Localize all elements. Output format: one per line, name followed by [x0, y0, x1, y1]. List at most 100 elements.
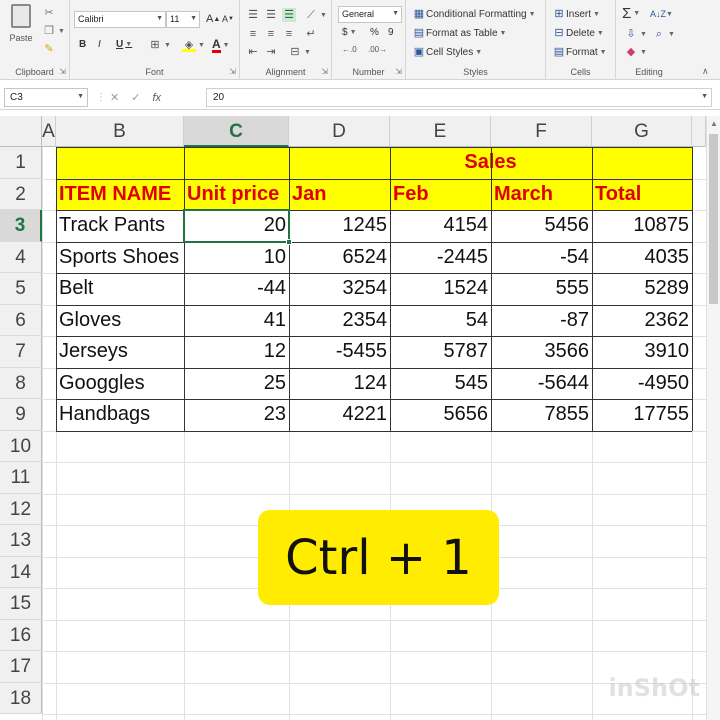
cut-button[interactable]: ✂ [42, 6, 56, 20]
align-left-button[interactable]: ≡ [246, 27, 260, 41]
table-cell[interactable]: Jerseys [56, 336, 184, 368]
bold-button[interactable]: B [79, 39, 86, 50]
table-header-cell[interactable]: Feb [390, 179, 491, 211]
row-header-11[interactable]: 11 [0, 462, 42, 494]
merge-center-button[interactable]: ⊟ ▼ [288, 45, 311, 59]
top-align-button[interactable]: ☰ [246, 8, 260, 22]
comma-style-button[interactable]: 9 [388, 27, 394, 38]
table-cell[interactable]: 124 [289, 368, 390, 400]
table-cell[interactable]: 555 [491, 273, 592, 305]
column-header-a[interactable]: A [42, 116, 56, 147]
table-cell[interactable]: 7855 [491, 399, 592, 431]
cell-styles-button[interactable]: ▣ Cell Styles ▼ [412, 45, 482, 59]
row-header-18[interactable]: 18 [0, 682, 42, 714]
underline-button[interactable]: U ▼ [116, 39, 132, 50]
table-cell[interactable]: 10 [184, 242, 289, 274]
collapse-ribbon-button[interactable]: ∧ [702, 66, 709, 77]
font-name-select[interactable]: Calibri ▼ [74, 11, 166, 28]
currency-button[interactable]: $ ▼ [342, 27, 357, 38]
table-header-cell[interactable]: March [491, 179, 592, 211]
format-painter-button[interactable]: ✎ [42, 42, 56, 56]
row-header-3[interactable]: 3 [0, 210, 42, 242]
autosum-button[interactable]: Σ ▼ [622, 5, 640, 22]
align-right-button[interactable]: ≡ [282, 27, 296, 41]
row-header-17[interactable]: 17 [0, 651, 42, 683]
decrease-decimal-button[interactable]: .00→ [368, 45, 387, 54]
wrap-text-button[interactable]: ↵ [304, 27, 318, 41]
column-header-f[interactable]: F [491, 116, 592, 147]
column-header-d[interactable]: D [289, 116, 390, 147]
select-all-corner[interactable] [0, 116, 42, 147]
bottom-align-button[interactable]: ☰ [282, 8, 296, 22]
row-header-6[interactable]: 6 [0, 304, 42, 336]
fill-handle[interactable] [286, 238, 292, 245]
orientation-button[interactable]: ⟋ ▼ [304, 8, 327, 22]
name-box[interactable]: C3 ▼ [4, 88, 88, 107]
font-size-select[interactable]: 11 ▼ [166, 11, 200, 28]
table-cell[interactable]: 12 [184, 336, 289, 368]
column-header-c[interactable]: C [184, 116, 289, 147]
table-cell[interactable]: Googgles [56, 368, 184, 400]
middle-align-button[interactable]: ☰ [264, 8, 278, 22]
row-header-9[interactable]: 9 [0, 399, 42, 431]
increase-indent-button[interactable]: ⇥ [264, 45, 278, 59]
table-cell[interactable]: 4035 [592, 242, 692, 274]
insert-function-icon[interactable]: fx [152, 92, 161, 104]
table-cell[interactable]: 545 [390, 368, 491, 400]
scrollbar-thumb[interactable] [709, 134, 718, 304]
column-header-e[interactable]: E [390, 116, 491, 147]
table-cell[interactable]: 5656 [390, 399, 491, 431]
table-header-cell[interactable]: Unit price [184, 179, 289, 211]
row-header-10[interactable]: 10 [0, 430, 42, 462]
table-cell[interactable]: 1245 [289, 210, 390, 242]
column-header-g[interactable]: G [592, 116, 692, 147]
row-header-7[interactable]: 7 [0, 336, 42, 368]
table-cell[interactable]: 3910 [592, 336, 692, 368]
table-cell[interactable]: 5289 [592, 273, 692, 305]
table-cell[interactable]: 10875 [592, 210, 692, 242]
row-header-1[interactable]: 1 [0, 147, 42, 179]
table-cell[interactable]: Sports Shoes [56, 242, 184, 274]
table-cell[interactable]: -44 [184, 273, 289, 305]
dialog-launcher-icon[interactable]: ⇲ [321, 67, 328, 76]
delete-button[interactable]: ⊟ Delete ▼ [552, 26, 603, 40]
splitter-dots-icon[interactable]: ⋮ [96, 92, 106, 103]
row-header-13[interactable]: 13 [0, 525, 42, 557]
table-cell[interactable]: 2354 [289, 305, 390, 337]
number-format-select[interactable]: General ▼ [338, 6, 402, 23]
table-cell[interactable]: 3566 [491, 336, 592, 368]
table-cell[interactable]: 6524 [289, 242, 390, 274]
row-header-8[interactable]: 8 [0, 367, 42, 399]
worksheet-grid[interactable]: ABCDEFG123456789101112131415161718SalesI… [0, 116, 720, 720]
format-as-table-button[interactable]: ▤ Format as Table ▼ [412, 26, 507, 40]
table-cell[interactable]: 41 [184, 305, 289, 337]
scroll-up-icon[interactable]: ▲ [710, 119, 718, 128]
table-cell[interactable]: 5456 [491, 210, 592, 242]
table-cell[interactable]: Gloves [56, 305, 184, 337]
row-header-12[interactable]: 12 [0, 493, 42, 525]
vertical-scrollbar[interactable]: ▲ [706, 116, 720, 720]
row-header-15[interactable]: 15 [0, 588, 42, 620]
insert-button[interactable]: ⊞ Insert ▼ [552, 7, 600, 21]
table-cell[interactable]: -4950 [592, 368, 692, 400]
table-cell[interactable]: 4154 [390, 210, 491, 242]
enter-icon[interactable]: ✓ [131, 91, 140, 104]
borders-button[interactable]: ⊞ ▼ [148, 38, 171, 52]
table-header-cell[interactable]: Total [592, 179, 692, 211]
table-cell[interactable]: -5455 [289, 336, 390, 368]
table-header-cell[interactable]: Jan [289, 179, 390, 211]
dialog-launcher-icon[interactable]: ⇲ [395, 67, 402, 76]
grow-font-button[interactable]: A ▲ [206, 13, 220, 25]
paste-button[interactable]: Paste [6, 4, 36, 43]
table-cell[interactable]: Belt [56, 273, 184, 305]
fill-button[interactable]: ⇩ ▼ [624, 27, 647, 41]
decrease-indent-button[interactable]: ⇤ [246, 45, 260, 59]
table-cell[interactable]: 3254 [289, 273, 390, 305]
sort-filter-button[interactable]: A↓Z ▼ [650, 7, 673, 21]
table-header-cell[interactable]: ITEM NAME [56, 179, 184, 211]
dialog-launcher-icon[interactable]: ⇲ [229, 67, 236, 76]
table-cell[interactable]: -54 [491, 242, 592, 274]
table-cell[interactable]: -87 [491, 305, 592, 337]
cancel-icon[interactable]: ✕ [110, 91, 119, 104]
copy-button[interactable]: ❐ ▼ [42, 24, 65, 38]
